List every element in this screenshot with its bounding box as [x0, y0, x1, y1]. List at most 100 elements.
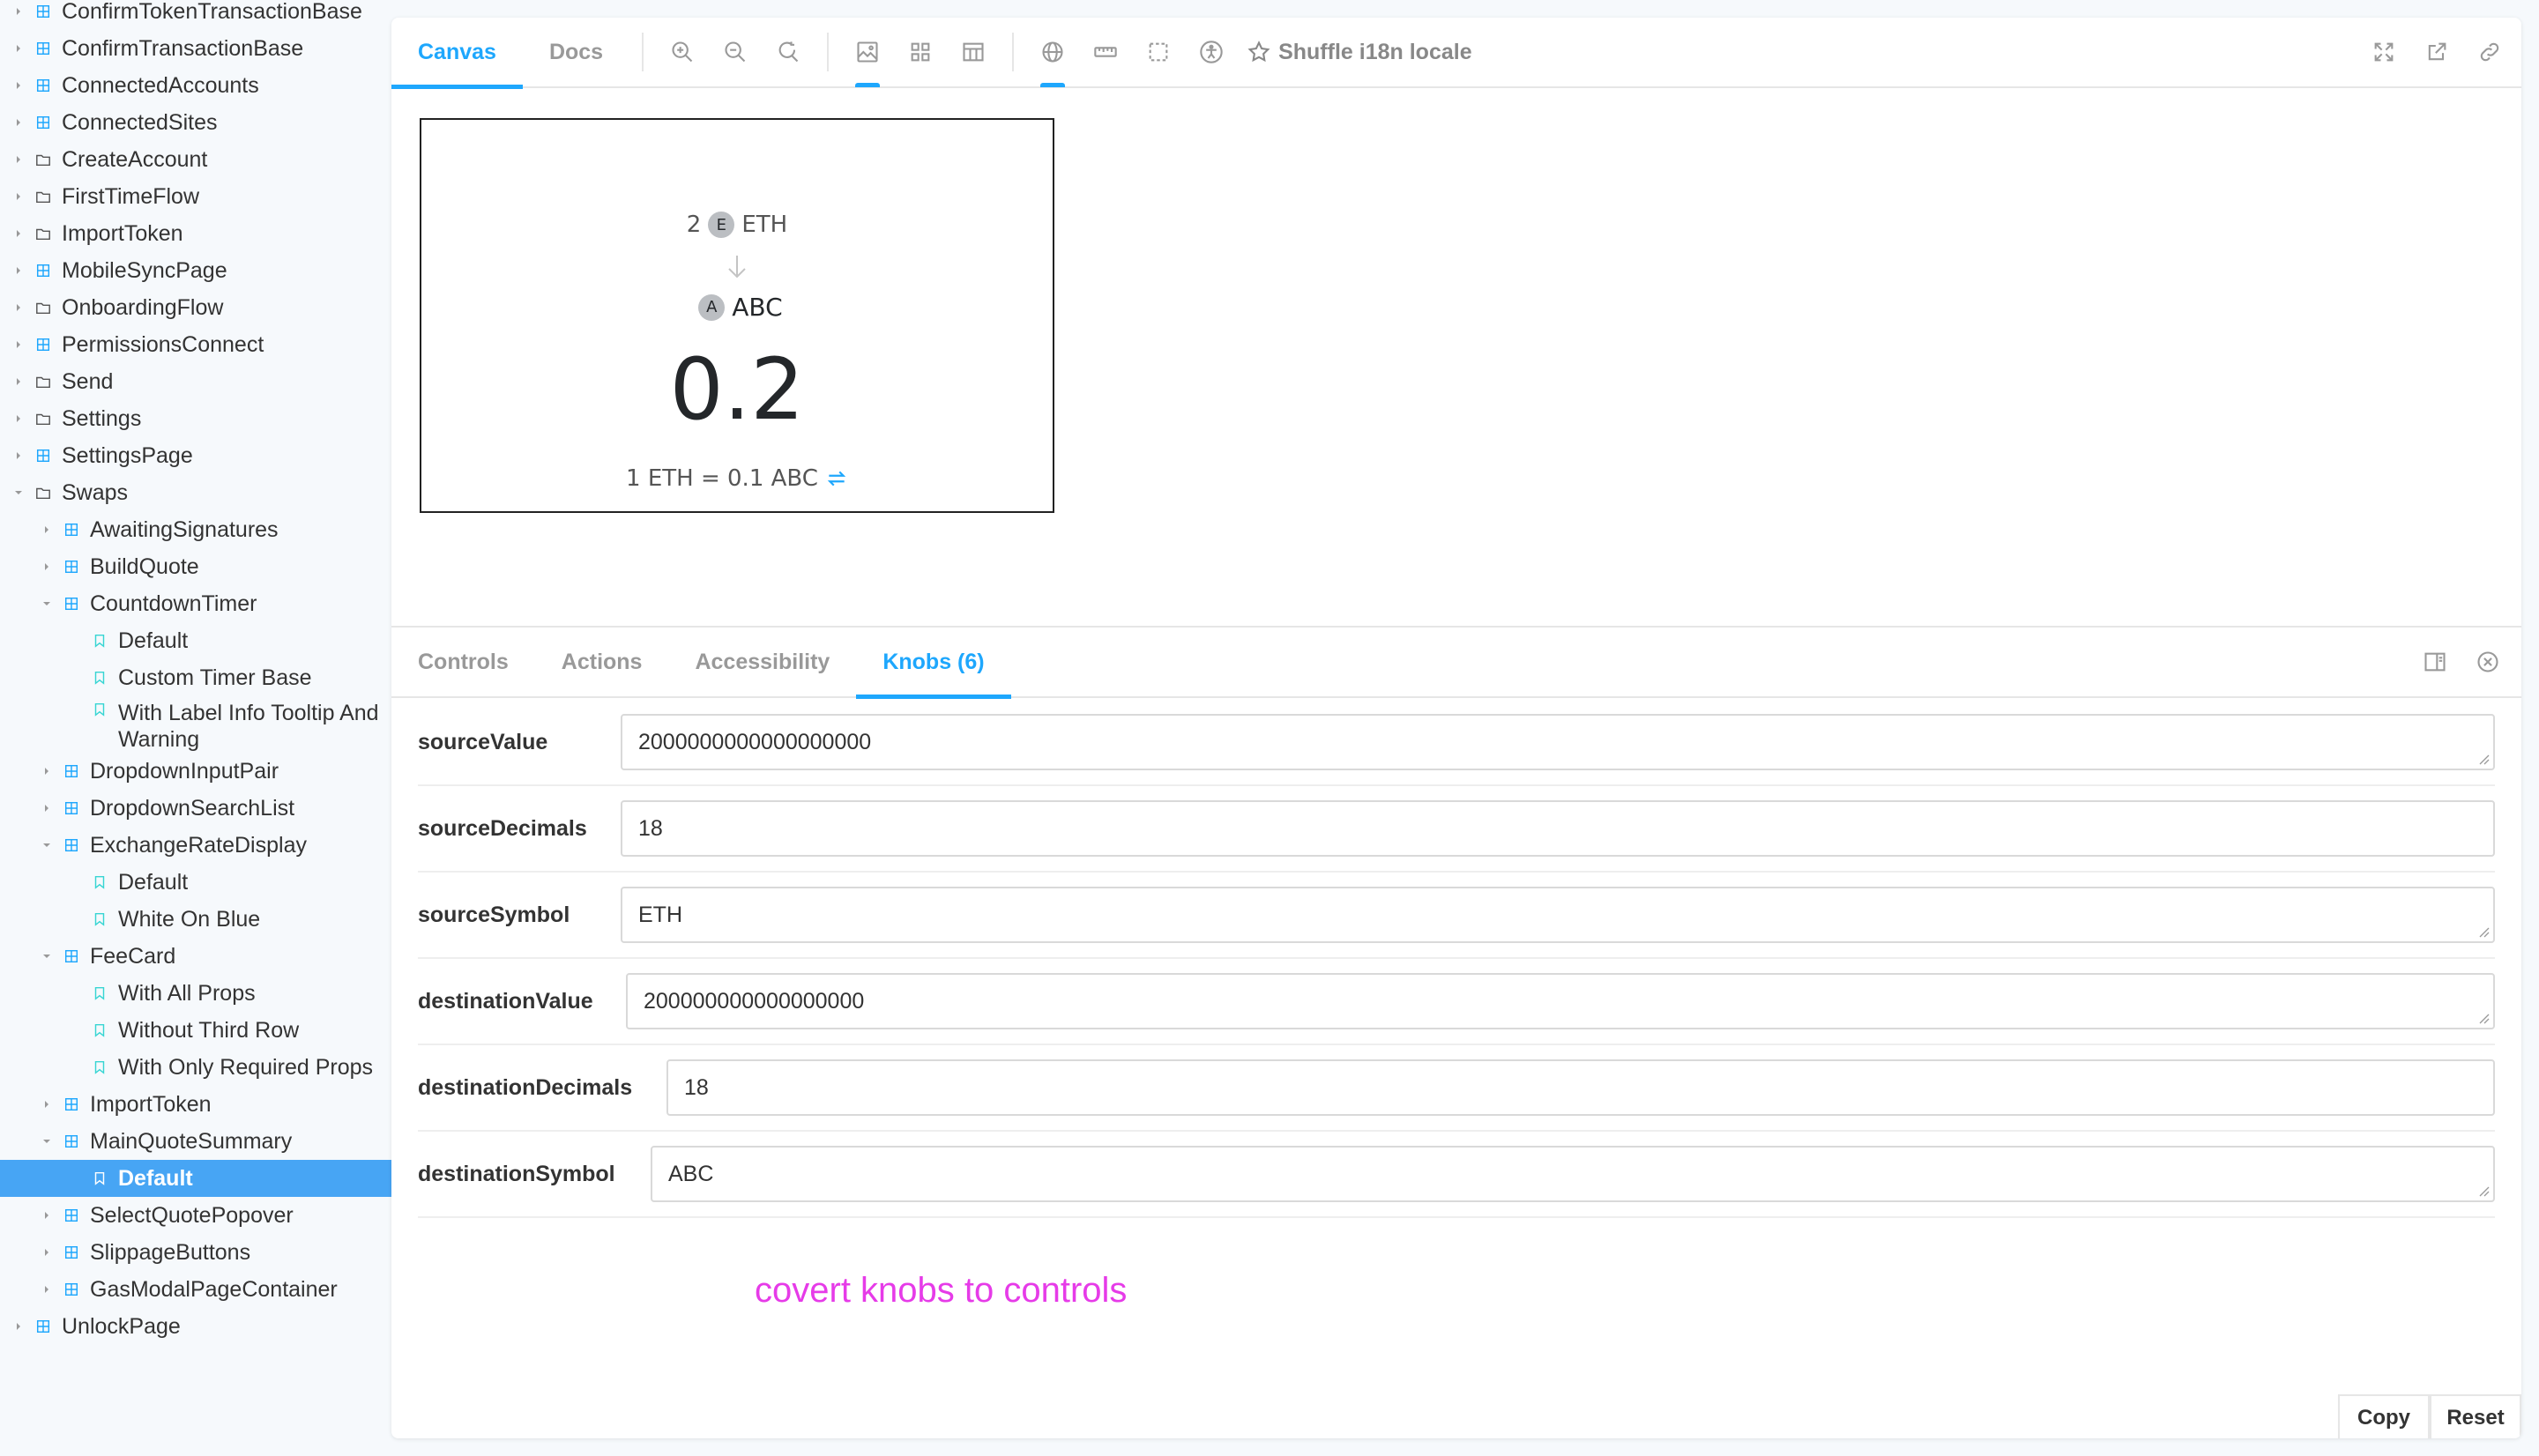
- sidebar-item[interactable]: Swaps: [0, 474, 391, 511]
- knob-input-sourceDecimals[interactable]: 18: [621, 800, 2495, 857]
- chevron-right-icon: [12, 3, 25, 20]
- sidebar-item[interactable]: Default: [0, 864, 391, 901]
- sidebar-item[interactable]: ExchangeRateDisplay: [0, 827, 391, 864]
- chevron-right-icon: [41, 762, 53, 780]
- sidebar-item[interactable]: Default: [0, 1160, 391, 1197]
- reset-zoom-button[interactable]: [762, 18, 815, 87]
- sidebar-item-label: White On Blue: [118, 907, 261, 932]
- tab-accessibility[interactable]: Accessibility: [668, 627, 856, 697]
- background-button[interactable]: [841, 18, 894, 87]
- sidebar-item[interactable]: ConnectedAccounts: [0, 67, 391, 104]
- sidebar-item[interactable]: Default: [0, 622, 391, 659]
- sidebar-item[interactable]: ImportToken: [0, 215, 391, 252]
- sidebar-item[interactable]: OnboardingFlow: [0, 289, 391, 326]
- destination-amount: 0.2: [669, 340, 805, 439]
- swap-rate-icon[interactable]: [825, 467, 848, 490]
- sidebar-item[interactable]: GasModalPageContainer: [0, 1271, 391, 1308]
- fullscreen-button[interactable]: [2357, 18, 2410, 87]
- folder-icon: [34, 224, 53, 243]
- sidebar-item[interactable]: ConnectedSites: [0, 104, 391, 141]
- tab-actions[interactable]: Actions: [535, 627, 669, 697]
- resize-grip-icon[interactable]: [2477, 925, 2490, 938]
- annotation-text: covert knobs to controls: [755, 1271, 1128, 1310]
- sidebar-item[interactable]: Settings: [0, 400, 391, 437]
- sidebar-item[interactable]: Custom Timer Base: [0, 659, 391, 696]
- copy-link-button[interactable]: [2463, 18, 2516, 87]
- locale-button[interactable]: [1026, 18, 1079, 87]
- sidebar-item[interactable]: White On Blue: [0, 901, 391, 938]
- knob-input-sourceSymbol[interactable]: ETH: [621, 887, 2495, 943]
- sidebar-item[interactable]: DropdownInputPair: [0, 753, 391, 790]
- tab-docs[interactable]: Docs: [523, 18, 629, 87]
- sidebar-item[interactable]: CountdownTimer: [0, 585, 391, 622]
- star-icon: [1247, 41, 1270, 63]
- sidebar-item-label: PermissionsConnect: [62, 332, 264, 357]
- ruler-button[interactable]: [1079, 18, 1132, 87]
- sidebar-item[interactable]: AwaitingSignatures: [0, 511, 391, 548]
- panel-orientation-button[interactable]: [2409, 627, 2461, 697]
- grid-icon: [911, 42, 930, 62]
- sidebar-item-label: CreateAccount: [62, 147, 208, 172]
- zoom-in-button[interactable]: [656, 18, 709, 87]
- sidebar-item-label: ConnectedSites: [62, 110, 218, 135]
- sidebar-item[interactable]: ImportToken: [0, 1086, 391, 1123]
- resize-grip-icon[interactable]: [2477, 1185, 2490, 1197]
- source-token-icon: E: [708, 212, 735, 238]
- chevron-down-icon: [41, 595, 53, 613]
- bookmark-icon: [90, 1169, 109, 1188]
- tab-controls[interactable]: Controls: [391, 627, 535, 697]
- sidebar-item[interactable]: SelectQuotePopover: [0, 1197, 391, 1234]
- bookmark-icon: [90, 668, 109, 687]
- component-icon: [34, 113, 53, 132]
- resize-grip-icon[interactable]: [2477, 1012, 2490, 1024]
- copy-button[interactable]: Copy: [2338, 1394, 2430, 1438]
- accessibility-button[interactable]: [1185, 18, 1238, 87]
- sidebar-item[interactable]: ConfirmTokenTransactionBase: [0, 0, 391, 30]
- knob-input-destinationDecimals[interactable]: 18: [666, 1059, 2495, 1116]
- sidebar-item[interactable]: FeeCard: [0, 938, 391, 975]
- sidebar-item[interactable]: Send: [0, 363, 391, 400]
- grid-button[interactable]: [894, 18, 947, 87]
- sidebar-item[interactable]: PermissionsConnect: [0, 326, 391, 363]
- sidebar-item[interactable]: MobileSyncPage: [0, 252, 391, 289]
- sidebar-item[interactable]: DropdownSearchList: [0, 790, 391, 827]
- sidebar-item[interactable]: BuildQuote: [0, 548, 391, 585]
- sidebar-item[interactable]: UnlockPage: [0, 1308, 391, 1345]
- shuffle-locale-button[interactable]: Shuffle i18n locale: [1238, 18, 1481, 87]
- reset-button[interactable]: Reset: [2430, 1394, 2521, 1438]
- zoom-out-button[interactable]: [709, 18, 762, 87]
- knob-input-destinationValue[interactable]: 200000000000000000: [626, 973, 2495, 1029]
- sidebar-item[interactable]: With Only Required Props: [0, 1049, 391, 1086]
- sidebar-item[interactable]: CreateAccount: [0, 141, 391, 178]
- sidebar-item[interactable]: SlippageButtons: [0, 1234, 391, 1271]
- sidebar-item-label: Default: [118, 628, 189, 653]
- knob-input-sourceValue[interactable]: 2000000000000000000: [621, 714, 2495, 770]
- sidebar-item[interactable]: FirstTimeFlow: [0, 178, 391, 215]
- outline-button[interactable]: [947, 18, 1000, 87]
- sidebar-item[interactable]: ConfirmTransactionBase: [0, 30, 391, 67]
- tab-knobs[interactable]: Knobs (6): [856, 627, 1011, 699]
- sidebar-item-label: FirstTimeFlow: [62, 184, 200, 209]
- knob-value: 200000000000000000: [644, 988, 865, 1014]
- sidebar-item[interactable]: MainQuoteSummary: [0, 1123, 391, 1160]
- measure-button[interactable]: [1132, 18, 1185, 87]
- resize-grip-icon[interactable]: [2477, 753, 2490, 765]
- open-new-tab-button[interactable]: [2410, 18, 2463, 87]
- sidebar-item[interactable]: With Label Info Tooltip And Warning: [0, 696, 391, 753]
- knob-row: destinationSymbol ABC: [418, 1132, 2495, 1218]
- sidebar-item[interactable]: Without Third Row: [0, 1012, 391, 1049]
- sidebar-item-label: ImportToken: [90, 1092, 212, 1117]
- main-panel: Canvas Docs Shuffle i18n locale 2 E ETH …: [391, 18, 2521, 1438]
- tab-canvas[interactable]: Canvas: [391, 18, 523, 89]
- close-panel-button[interactable]: [2461, 627, 2514, 697]
- destination-row: A ABC: [421, 293, 1053, 322]
- sidebar-item-label: ExchangeRateDisplay: [90, 833, 307, 858]
- component-icon: [62, 836, 81, 855]
- knob-input-destinationSymbol[interactable]: ABC: [651, 1146, 2495, 1202]
- sidebar-item[interactable]: With All Props: [0, 975, 391, 1012]
- sidebar-item-label: FeeCard: [90, 944, 176, 969]
- sidebar-item-label: SlippageButtons: [90, 1240, 251, 1265]
- sidebar-item[interactable]: SettingsPage: [0, 437, 391, 474]
- bookmark-icon: [90, 873, 109, 892]
- sidebar-item-label: BuildQuote: [90, 554, 199, 579]
